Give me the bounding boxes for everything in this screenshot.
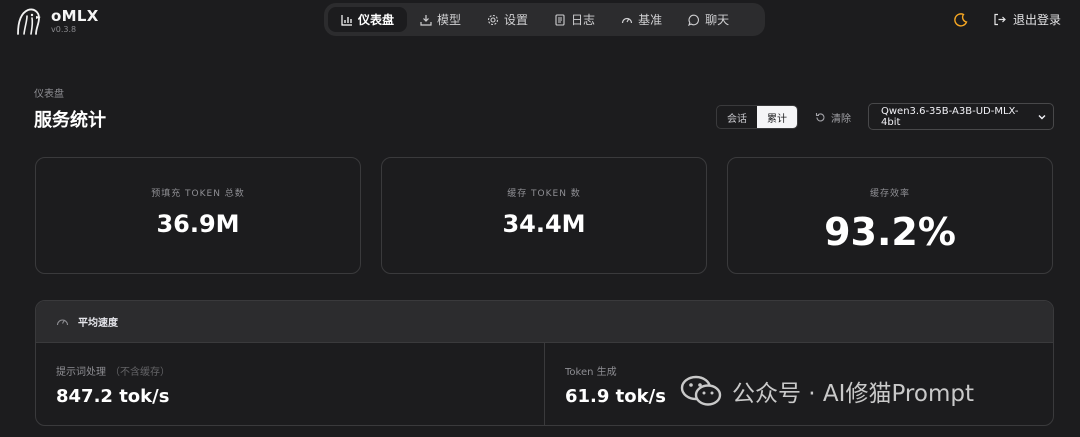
tab-benchmark[interactable]: 基准 — [608, 7, 675, 32]
tab-chat-label: 聊天 — [705, 13, 730, 27]
clear-button[interactable]: 清除 — [815, 110, 851, 125]
prompt-speed-cell: 提示词处理 （不含缓存） 847.2 tok/s — [36, 343, 544, 425]
tab-settings-label: 设置 — [504, 13, 529, 27]
download-icon — [420, 14, 432, 26]
tab-logs[interactable]: 日志 — [541, 7, 608, 32]
reset-icon — [815, 113, 825, 122]
logout-button[interactable]: 退出登录 — [993, 11, 1061, 28]
stat-card-prefill-tokens: 预填充 TOKEN 总数 36.9M — [35, 157, 361, 274]
stat-value: 34.4M — [502, 210, 586, 238]
stat-card-cache-efficiency: 缓存效率 93.2% — [727, 157, 1053, 274]
wechat-icon — [680, 375, 722, 406]
stat-label: 预填充 TOKEN 总数 — [151, 189, 245, 199]
chevron-down-icon — [1038, 114, 1046, 119]
clear-label: 清除 — [831, 114, 851, 125]
tab-logs-label: 日志 — [571, 13, 596, 27]
watermark-text: 公众号 · AI修猫Prompt — [732, 381, 974, 407]
gauge-icon — [621, 17, 633, 23]
scope-session-button[interactable]: 会话 — [717, 106, 757, 128]
gear-icon — [487, 14, 499, 25]
scope-toggle: 会话 累计 — [716, 105, 798, 129]
gauge-icon — [56, 319, 69, 326]
stat-label: 缓存效率 — [869, 189, 910, 199]
bar-chart-icon — [341, 14, 352, 26]
app-version: v0.3.8 — [51, 24, 77, 34]
top-bar: oMLX v0.3.8 仪表盘 模型 设置 日志 基准 聊天 退出登录 — [0, 0, 1080, 40]
stat-value: 93.2% — [824, 210, 956, 254]
tab-models[interactable]: 模型 — [407, 7, 474, 32]
stat-label: 缓存 TOKEN 数 — [507, 189, 581, 199]
prompt-speed-value: 847.2 tok/s — [56, 386, 170, 407]
brand[interactable]: oMLX v0.3.8 — [14, 6, 99, 36]
document-icon — [555, 13, 565, 26]
scope-total-button[interactable]: 累计 — [757, 106, 797, 128]
stat-value: 36.9M — [156, 210, 240, 238]
breadcrumb: 仪表盘 — [34, 89, 64, 100]
speed-panel-title: 平均速度 — [78, 318, 118, 329]
watermark: 公众号 · AI修猫Prompt — [680, 374, 974, 408]
speed-panel-header: 平均速度 — [36, 301, 1053, 343]
tab-dashboard-label: 仪表盘 — [358, 13, 395, 27]
prompt-speed-label: 提示词处理 — [56, 367, 106, 378]
prompt-speed-note: （不含缓存） — [110, 367, 170, 378]
stat-card-cached-tokens: 缓存 TOKEN 数 34.4M — [381, 157, 707, 274]
model-select-value: Qwen3.6-35B-A3B-UD-MLX-4bit — [881, 105, 1019, 128]
tab-models-label: 模型 — [437, 13, 462, 27]
logout-icon — [994, 13, 1006, 26]
tab-settings[interactable]: 设置 — [474, 7, 541, 32]
penguin-logo-icon — [17, 8, 41, 35]
page-title: 服务统计 — [34, 110, 106, 131]
main-nav: 仪表盘 模型 设置 日志 基准 聊天 — [324, 3, 765, 36]
logout-label: 退出登录 — [1013, 13, 1062, 27]
tab-chat[interactable]: 聊天 — [675, 7, 742, 32]
tab-benchmark-label: 基准 — [638, 13, 663, 27]
chat-bubble-icon — [688, 14, 700, 26]
tab-dashboard[interactable]: 仪表盘 — [328, 7, 408, 32]
model-select[interactable]: Qwen3.6-35B-A3B-UD-MLX-4bit — [868, 103, 1054, 130]
moon-icon[interactable] — [953, 12, 969, 28]
app-name: oMLX — [51, 6, 99, 25]
